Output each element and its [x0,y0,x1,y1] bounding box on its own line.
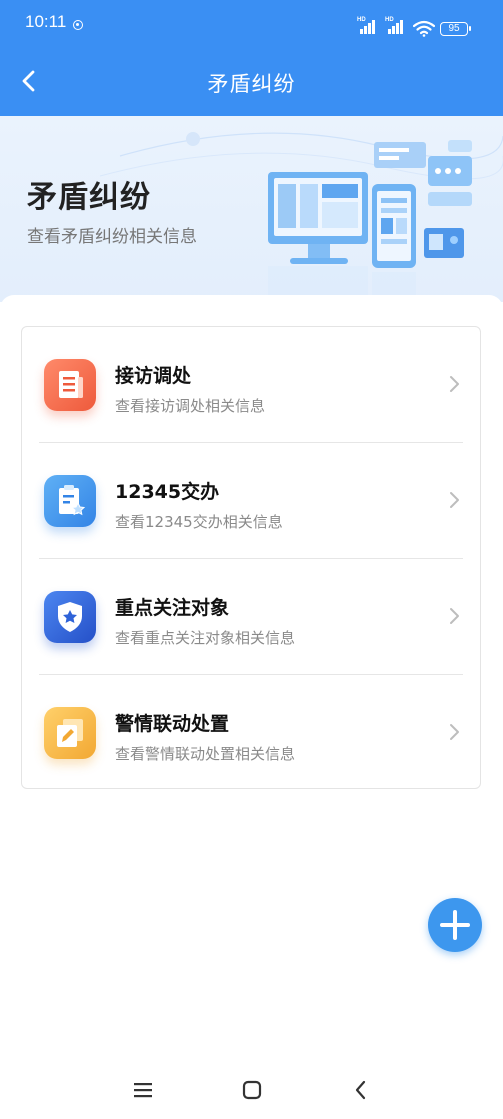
notification-icon [73,20,83,30]
chevron-right-icon [450,608,459,624]
add-button[interactable] [428,898,482,952]
status-time: 10:11 [25,12,67,31]
home-icon[interactable] [240,1078,264,1102]
wifi-icon [413,20,435,37]
content-area: 接访调处 查看接访调处相关信息 12345交办 查看12345交办相关信息 重点… [0,295,503,1119]
signal-icon [360,20,380,34]
menu-icon[interactable] [131,1078,155,1102]
banner-subtitle: 查看矛盾纠纷相关信息 [27,227,197,247]
back-nav-icon[interactable] [349,1078,373,1102]
document-icon [44,359,96,411]
chevron-right-icon [450,492,459,508]
status-bar: 10:11 HD HD 95 [0,0,503,48]
edit-copy-icon [44,707,96,759]
menu-item-title: 重点关注对象 [115,597,230,619]
chevron-right-icon [450,376,459,392]
banner: 矛盾纠纷 查看矛盾纠纷相关信息 [0,116,503,302]
menu-item-desc: 查看12345交办相关信息 [115,513,283,531]
menu-item-police-linkage[interactable]: 警情联动处置 查看警情联动处置相关信息 [22,675,480,790]
menu-card: 接访调处 查看接访调处相关信息 12345交办 查看12345交办相关信息 重点… [21,326,481,789]
menu-item-title: 12345交办 [115,481,220,503]
shield-star-icon [44,591,96,643]
clipboard-star-icon [44,475,96,527]
menu-item-title: 接访调处 [115,365,192,387]
menu-item-reception-mediation[interactable]: 接访调处 查看接访调处相关信息 [22,327,480,442]
page-title: 矛盾纠纷 [207,72,296,96]
system-nav-bar [0,1060,503,1119]
office-illustration-icon [268,140,472,298]
battery-icon: 95 [440,22,471,36]
chevron-right-icon [450,724,459,740]
menu-item-title: 警情联动处置 [115,713,230,735]
menu-item-desc: 查看警情联动处置相关信息 [115,745,296,763]
menu-item-desc: 查看接访调处相关信息 [115,397,266,415]
menu-item-desc: 查看重点关注对象相关信息 [115,629,296,647]
nav-bar: 矛盾纠纷 [0,48,503,116]
menu-item-key-persons[interactable]: 重点关注对象 查看重点关注对象相关信息 [22,559,480,674]
banner-title: 矛盾纠纷 [27,180,151,215]
menu-item-12345[interactable]: 12345交办 查看12345交办相关信息 [22,443,480,558]
signal-icon-2 [388,20,408,34]
